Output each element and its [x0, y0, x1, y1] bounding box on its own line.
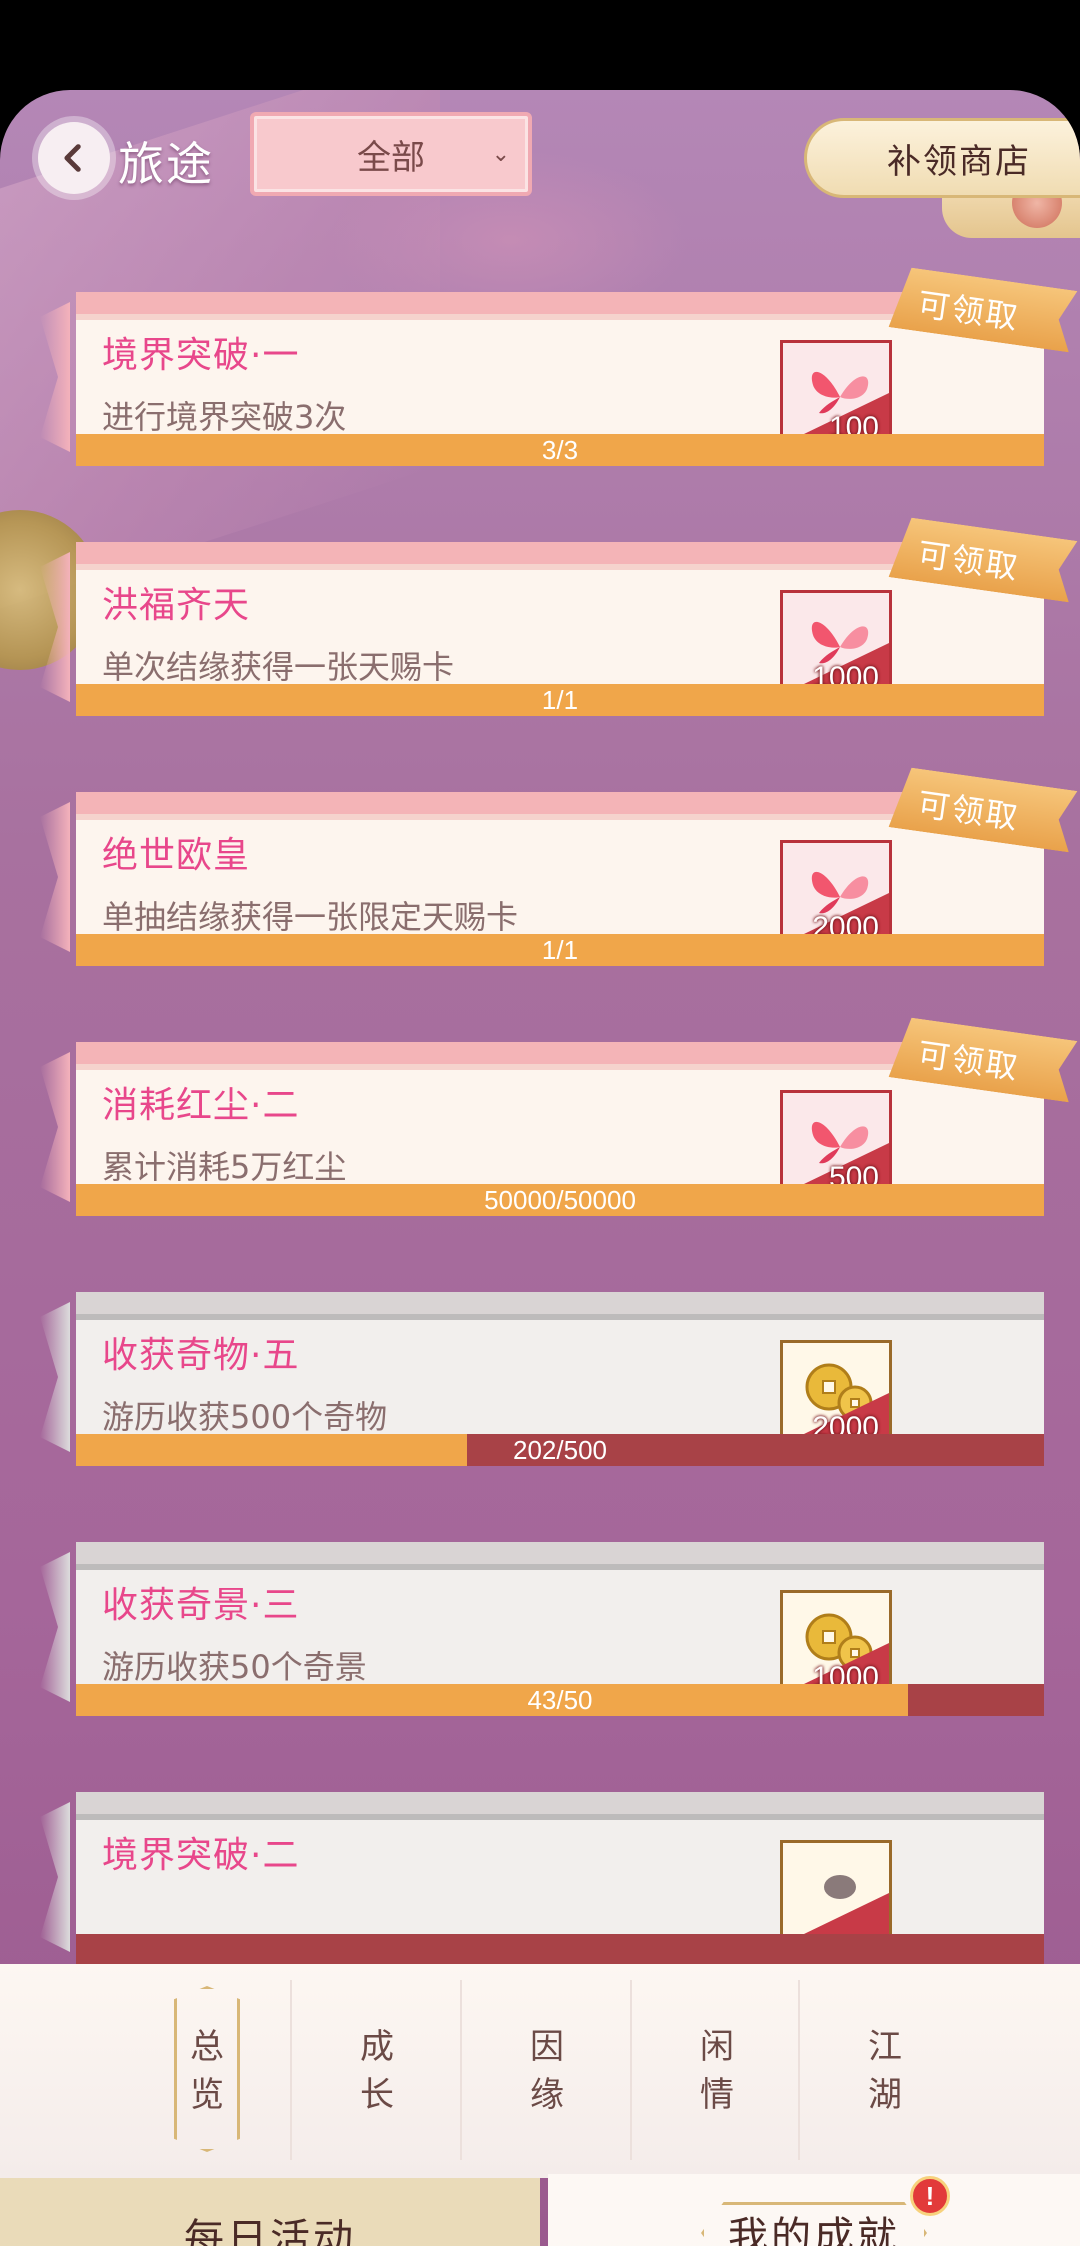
category-filter-select[interactable]: 全部 ⌄ [250, 112, 532, 196]
progress-text: 202/500 [513, 1435, 607, 1465]
achievement-card[interactable]: 消耗红尘·二 累计消耗5万红尘 500 50000/50000 可领取 [76, 1042, 1044, 1216]
progress-text: 1/1 [541, 935, 579, 965]
card-ribbon [40, 302, 80, 452]
achievement-description: 单次结缘获得一张天赐卡 [102, 648, 455, 686]
supplement-shop-button[interactable]: 补领商店 [804, 118, 1080, 198]
card-ribbon [40, 1302, 80, 1452]
achievement-list[interactable]: 境界突破·一 进行境界突破3次 100 3/3 可领取 洪福齐天 单次结缘获得一张天赐卡 10… [0, 90, 1080, 1964]
achievement-description: 进行境界突破3次 [102, 398, 347, 436]
claim-label: 可领取 [915, 285, 1022, 337]
achievement-name: 绝世欧皇 [102, 835, 251, 876]
alert-badge: ! [910, 2176, 950, 2216]
tab-growth[interactable]: 成长 [292, 1964, 462, 2178]
tab-label-top: 江 [868, 2027, 902, 2067]
tab-fate[interactable]: 因缘 [462, 1964, 632, 2178]
card-ribbon [40, 1802, 80, 1952]
achievement-description: 游历收获500个奇物 [102, 1398, 388, 1436]
card-ribbon [40, 552, 80, 702]
chevron-left-icon [64, 144, 81, 172]
tab-separator [290, 1980, 292, 2160]
card-top-strip [76, 1792, 1044, 1814]
tab-label-top: 闲 [700, 2027, 734, 2067]
my-achievements-label: 我的成就 [728, 2214, 900, 2246]
card-ribbon [40, 802, 80, 952]
tab-label-top: 因 [530, 2027, 564, 2067]
claim-label: 可领取 [915, 535, 1022, 587]
tab-label-bottom: 情 [700, 2075, 734, 2115]
achievement-name: 收获奇景·三 [102, 1585, 300, 1626]
card-ribbon [40, 1052, 80, 1202]
achievement-name: 境界突破·一 [102, 335, 300, 376]
tab-jianghu[interactable]: 江湖 [800, 1964, 970, 2178]
my-achievements-plate: 我的成就 [701, 2202, 927, 2246]
achievement-name: 境界突破·二 [102, 1835, 300, 1876]
tab-label-top: 成 [360, 2027, 394, 2067]
progress-bar [76, 1934, 1044, 1964]
progress-bar: 202/500 [76, 1434, 1044, 1466]
tab-separator [798, 1980, 800, 2160]
progress-bar: 50000/50000 [76, 1184, 1044, 1216]
achievement-card[interactable]: 境界突破·二 [76, 1792, 1044, 1964]
progress-text: 43/50 [527, 1685, 593, 1715]
progress-text: 3/3 [541, 435, 579, 465]
card-ribbon [40, 1552, 80, 1702]
active-tab-frame [174, 1986, 240, 2152]
daily-activity-label: 每日活动 [184, 2216, 356, 2246]
card-top-strip [76, 1542, 1044, 1564]
achievement-card[interactable]: 绝世欧皇 单抽结缘获得一张限定天赐卡 2000 1/1 可领取 [76, 792, 1044, 966]
bottom-bar: 每日活动 我的成就 ! [0, 2174, 1080, 2246]
progress-text [76, 1934, 1044, 1964]
tab-label-bottom: 缘 [530, 2075, 564, 2115]
achievement-name: 收获奇物·五 [102, 1335, 300, 1376]
progress-bar: 3/3 [76, 434, 1044, 466]
achievement-description: 游历收获50个奇景 [102, 1648, 367, 1686]
app-screen: 境界突破·一 进行境界突破3次 100 3/3 可领取 洪福齐天 单次结缘获得一张天赐卡 10… [0, 90, 1080, 2246]
progress-bar: 43/50 [76, 1684, 1044, 1716]
claim-label: 可领取 [915, 785, 1022, 837]
progress-bar: 1/1 [76, 934, 1044, 966]
achievement-card[interactable]: 洪福齐天 单次结缘获得一张天赐卡 1000 1/1 可领取 [76, 542, 1044, 716]
progress-bar: 1/1 [76, 684, 1044, 716]
achievement-description: 累计消耗5万红尘 [102, 1148, 347, 1186]
tab-label-bottom: 湖 [868, 2075, 902, 2115]
daily-activity-tab[interactable]: 每日活动 [0, 2178, 540, 2246]
progress-text: 1/1 [541, 685, 579, 715]
achievement-card[interactable]: 收获奇景·三 游历收获50个奇景 1000 43/50 [76, 1542, 1044, 1716]
tab-separator [630, 1980, 632, 2160]
tab-separator [460, 1980, 462, 2160]
shop-label: 补领商店 [887, 141, 1031, 182]
achievement-description: 单抽结缘获得一张限定天赐卡 [102, 898, 519, 936]
chevron-down-icon: ⌄ [491, 142, 510, 167]
card-top-strip [76, 1292, 1044, 1314]
page-title: 旅途 [118, 137, 214, 191]
achievement-name: 消耗红尘·二 [102, 1085, 300, 1126]
tab-leisure[interactable]: 闲情 [632, 1964, 802, 2178]
tab-label-bottom: 长 [360, 2075, 394, 2115]
achievement-name: 洪福齐天 [102, 585, 251, 626]
tab-overview[interactable]: 总览 [122, 1964, 292, 2178]
achievement-card[interactable]: 境界突破·一 进行境界突破3次 100 3/3 可领取 [76, 292, 1044, 466]
category-tabs: 总览成长因缘闲情江湖 [0, 1964, 1080, 2178]
filter-value: 全部 [357, 137, 425, 178]
my-achievements-tab[interactable]: 我的成就 [548, 2174, 1080, 2246]
claim-label: 可领取 [915, 1035, 1022, 1087]
progress-text: 50000/50000 [484, 1185, 636, 1215]
back-button[interactable] [38, 122, 110, 194]
achievement-card[interactable]: 收获奇物·五 游历收获500个奇物 2000 202/500 [76, 1292, 1044, 1466]
